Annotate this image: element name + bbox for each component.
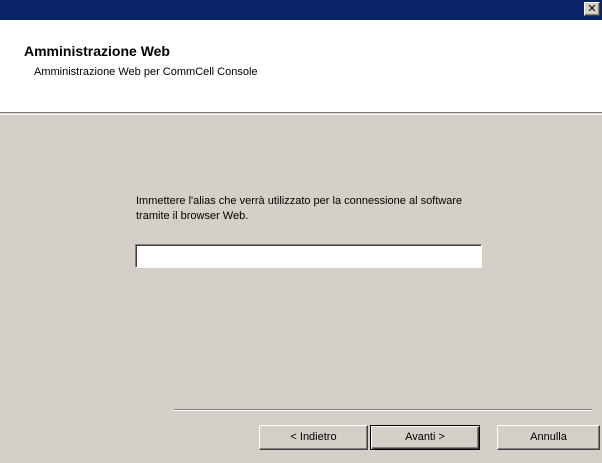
page-subtitle: Amministrazione Web per CommCell Console (34, 66, 258, 78)
cancel-button[interactable]: Annulla (497, 425, 600, 450)
close-icon: ✕ (587, 2, 597, 15)
wizard-header: Amministrazione Web Amministrazione Web … (0, 20, 602, 113)
title-bar: ✕ (0, 0, 602, 20)
next-button[interactable]: Avanti > (370, 425, 480, 450)
close-button[interactable]: ✕ (584, 2, 600, 16)
footer-divider (174, 409, 592, 411)
header-divider (0, 114, 602, 115)
back-button[interactable]: < Indietro (259, 425, 368, 450)
page-title: Amministrazione Web (24, 43, 170, 59)
alias-input[interactable] (135, 244, 482, 268)
alias-prompt: Immettere l'alias che verrà utilizzato p… (136, 195, 463, 222)
